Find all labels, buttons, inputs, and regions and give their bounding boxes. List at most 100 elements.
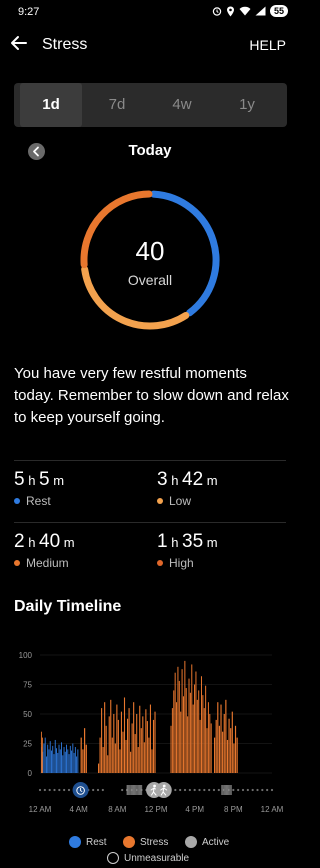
rest-bar xyxy=(69,745,71,773)
stress-bar xyxy=(145,709,147,773)
app-header: Stress HELP xyxy=(0,28,300,62)
arrow-left-icon[interactable] xyxy=(8,32,30,54)
high-dot-icon xyxy=(157,560,163,566)
timeline-dot xyxy=(179,788,182,792)
timeline-dot xyxy=(256,788,259,792)
stress-bar xyxy=(80,737,82,773)
stress-bar xyxy=(199,719,201,773)
stress-bar xyxy=(215,719,217,773)
timeline-dot xyxy=(246,788,249,792)
score-value: 40 xyxy=(135,236,165,266)
status-icons: 55 xyxy=(212,5,288,17)
stress-bar xyxy=(233,743,235,773)
stress-bar xyxy=(111,737,113,773)
rest-bar xyxy=(63,747,65,773)
walker-head xyxy=(153,784,156,788)
rest-bar xyxy=(61,742,62,773)
wifi-icon xyxy=(239,6,251,16)
rest-bar xyxy=(67,749,69,773)
stress-bar xyxy=(134,734,136,773)
stress-bar xyxy=(123,697,126,773)
timeline-chart[interactable]: 0 25 50 75 100 12 AM 4 AM 8 AM 12 PM 4 PM 8 PM 12 A… xyxy=(0,640,300,820)
timeline-dot xyxy=(101,788,104,792)
stress-bar xyxy=(228,718,230,773)
x-tick-label: 4 PM xyxy=(185,805,204,814)
stress-bar xyxy=(131,723,133,773)
stress-bar xyxy=(110,699,112,773)
rest-bar xyxy=(62,755,64,773)
timeline-dot xyxy=(92,788,95,792)
stress-bar xyxy=(236,737,238,773)
stress-bar xyxy=(196,699,198,773)
stress-bar xyxy=(185,688,187,773)
stress-bar xyxy=(130,751,132,773)
rest-bar xyxy=(47,744,49,773)
stress-bar xyxy=(225,699,227,773)
timeline-dot xyxy=(121,788,124,792)
y-tick-label: 75 xyxy=(23,681,32,690)
stress-bar xyxy=(194,684,196,773)
stress-bar xyxy=(231,711,233,773)
stress-bar xyxy=(203,708,205,773)
stress-bar xyxy=(207,702,209,773)
stat-value: 1 h 35 m xyxy=(157,531,218,552)
rest-dot-icon xyxy=(14,498,20,504)
stress-bar xyxy=(209,714,211,773)
rest-bar xyxy=(64,751,66,773)
tab-1d[interactable]: 1d xyxy=(20,83,82,127)
stress-bar xyxy=(152,719,155,773)
stat-label: High xyxy=(169,556,194,570)
stress-bar xyxy=(148,737,150,773)
stress-bar xyxy=(137,747,139,773)
stress-bar xyxy=(154,711,156,773)
tab-1y[interactable]: 1y xyxy=(216,83,278,127)
timeline-dot xyxy=(237,788,240,792)
page-title: Stress xyxy=(42,36,88,53)
stress-bar xyxy=(125,739,127,773)
legend-stress: Stress xyxy=(123,836,168,848)
stress-bar xyxy=(220,704,222,773)
tab-4w[interactable]: 4w xyxy=(151,83,213,127)
stress-bar xyxy=(234,725,237,773)
stress-bar xyxy=(187,716,189,773)
stat-value: 5 h 5 m xyxy=(14,469,65,490)
timeline-dot xyxy=(63,788,66,792)
rest-bar xyxy=(54,739,56,773)
battery-icon: 55 xyxy=(269,5,288,17)
stress-bar xyxy=(181,669,183,773)
stat-label: Medium xyxy=(26,556,69,570)
rest-bar xyxy=(57,752,59,773)
stress-message: You have very few restful moments today.… xyxy=(14,365,289,426)
stress-bar xyxy=(136,714,138,773)
stat-label: Low xyxy=(169,494,192,508)
y-tick-label: 0 xyxy=(28,769,33,778)
timeline-dot xyxy=(266,788,269,792)
rest-bar xyxy=(68,754,70,773)
y-tick-label: 25 xyxy=(23,740,32,749)
date-label: Today xyxy=(128,142,172,159)
x-tick-label: 12 AM xyxy=(261,805,284,814)
tab-7d[interactable]: 7d xyxy=(86,83,148,127)
timeline-dot xyxy=(43,788,46,792)
rest-bar xyxy=(71,750,73,773)
timeline-dot xyxy=(232,788,235,792)
timeline-dot xyxy=(203,788,206,792)
x-tick-label: 4 AM xyxy=(70,805,89,814)
stress-bar xyxy=(108,716,110,773)
stress-bar xyxy=(143,742,145,773)
timeline-dot xyxy=(208,788,211,792)
stress-bar xyxy=(200,676,202,773)
chevron-left-icon[interactable] xyxy=(28,143,45,160)
stress-bar xyxy=(128,708,130,773)
stress-bar xyxy=(116,704,118,773)
stress-bar xyxy=(41,737,43,773)
legend-rest: Rest xyxy=(69,836,107,848)
stress-bar xyxy=(170,725,172,773)
help-button[interactable]: HELP xyxy=(249,37,286,53)
rest-bar xyxy=(73,752,75,773)
stress-bar xyxy=(101,708,103,773)
stress-legend-icon xyxy=(123,836,135,848)
timeline-dot xyxy=(212,788,216,792)
timeline-title: Daily Timeline xyxy=(14,598,122,615)
stress-bar xyxy=(146,721,148,773)
